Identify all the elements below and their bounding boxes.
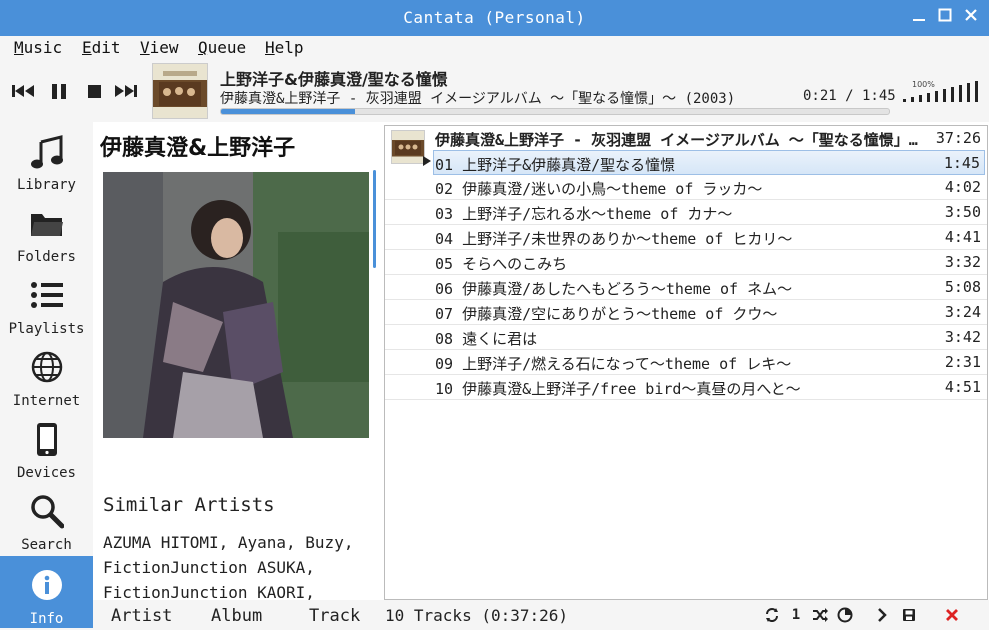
- queue-row-selected[interactable]: 01 上野洋子&伊藤真澄/聖なる憧憬 1:45: [433, 150, 985, 175]
- queue-row[interactable]: 04 上野洋子/未世界のありか〜theme of ヒカリ〜 4:41: [385, 225, 987, 250]
- sidebar-item-label: Search: [21, 537, 72, 553]
- sidebar-item-label: Devices: [16, 465, 76, 481]
- info-scrollbar[interactable]: [373, 170, 376, 268]
- save-icon[interactable]: [901, 607, 917, 623]
- similar-artists-heading: Similar Artists: [103, 494, 275, 516]
- next-track-icon[interactable]: [112, 80, 140, 102]
- queue-row[interactable]: 09 上野洋子/燃える石になって〜theme of レキ〜 2:31: [385, 350, 987, 375]
- previous-track-icon[interactable]: [10, 80, 38, 102]
- maximize-icon[interactable]: [936, 8, 954, 26]
- tab-track[interactable]: Track: [309, 606, 360, 626]
- phone-icon: [37, 423, 57, 456]
- sidebar-item-label: Info: [29, 611, 64, 627]
- sidebar-item-search[interactable]: Search: [0, 482, 93, 554]
- minimize-icon[interactable]: [910, 8, 928, 26]
- menu-edit[interactable]: Edit: [82, 38, 121, 57]
- sidebar-item-folders[interactable]: Folders: [0, 194, 93, 266]
- queue-row[interactable]: 08 遠くに君は 3:42: [385, 325, 987, 350]
- menu-bar: Music Edit View Queue Help: [0, 36, 989, 60]
- artist-info-pane: 伊藤真澄&上野洋子 Similar Artists AZUMA HITOMI, …: [93, 122, 380, 600]
- album-cover-image: [391, 130, 425, 164]
- track-title: 09 上野洋子/燃える石になって〜theme of レキ〜: [435, 355, 792, 373]
- sidebar-item-label: Internet: [12, 393, 81, 409]
- close-icon[interactable]: [962, 8, 980, 26]
- player-toolbar: 上野洋子&伊藤真澄/聖なる憧憬 伊藤真澄&上野洋子 - 灰羽連盟 イメージアルバ…: [0, 60, 989, 122]
- track-duration: 3:24: [944, 303, 981, 321]
- queue-row[interactable]: 10 伊藤真澄&上野洋子/free bird〜真昼の月へと〜 4:51: [385, 375, 987, 400]
- album-header-duration: 37:26: [935, 129, 981, 147]
- sidebar-item-info[interactable]: Info: [0, 556, 93, 628]
- queue-row[interactable]: 03 上野洋子/忘れる水〜theme of カナ〜 3:50: [385, 200, 987, 225]
- now-playing-subtitle: 伊藤真澄&上野洋子 - 灰羽連盟 イメージアルバム 〜「聖なる憧憬」〜 (200…: [220, 91, 736, 107]
- track-title: 01 上野洋子&伊藤真澄/聖なる憧憬: [435, 156, 676, 174]
- sidebar-item-playlists[interactable]: Playlists: [0, 266, 93, 338]
- track-duration: 4:51: [944, 378, 981, 396]
- track-duration: 3:50: [944, 203, 981, 221]
- album-header-text: 伊藤真澄&上野洋子 - 灰羽連盟 イメージアルバム 〜「聖なる憧憬」〜 (200…: [435, 131, 920, 149]
- search-icon: [31, 495, 64, 529]
- info-icon: [32, 570, 62, 600]
- chevron-right-icon[interactable]: [874, 607, 890, 623]
- track-title: 06 伊藤真澄/あしたへもどろう〜theme of ネム〜: [435, 280, 793, 298]
- title-bar: Cantata (Personal): [0, 0, 989, 36]
- queue-row[interactable]: 07 伊藤真澄/空にありがとう〜theme of クウ〜 3:24: [385, 300, 987, 325]
- sidebar-item-label: Folders: [16, 249, 76, 265]
- queue-row[interactable]: 05 そらへのこみち 3:32: [385, 250, 987, 275]
- sidebar-item-devices[interactable]: Devices: [0, 410, 93, 482]
- globe-icon: [31, 351, 63, 383]
- pause-icon[interactable]: [46, 80, 74, 102]
- menu-music[interactable]: Music: [14, 38, 62, 57]
- track-duration: 3:32: [944, 253, 981, 271]
- track-title: 08 遠くに君は: [435, 330, 538, 348]
- track-duration: 4:02: [944, 178, 981, 196]
- repeat-icon[interactable]: [764, 607, 780, 623]
- folder-icon: [31, 214, 63, 236]
- music-note-icon: [31, 135, 63, 169]
- track-duration: 3:42: [944, 328, 981, 346]
- queue-row[interactable]: 02 伊藤真澄/迷いの小鳥〜theme of ラッカ〜 4:02: [385, 175, 987, 200]
- seek-slider-fill: [221, 109, 355, 114]
- track-title: 10 伊藤真澄&上野洋子/free bird〜真昼の月へと〜: [435, 380, 801, 398]
- track-duration: 5:08: [944, 278, 981, 296]
- stop-icon[interactable]: [82, 80, 110, 102]
- track-title: 03 上野洋子/忘れる水〜theme of カナ〜: [435, 205, 733, 223]
- similar-artists-text: AZUMA HITOMI, Ayana, Buzy, FictionJuncti…: [103, 533, 354, 600]
- now-playing-title: 上野洋子&伊藤真澄/聖なる憧憬: [220, 70, 448, 89]
- sidebar-item-library[interactable]: Library: [0, 122, 93, 194]
- clear-queue-icon[interactable]: [944, 607, 960, 623]
- playing-indicator-icon: [423, 156, 431, 166]
- menu-queue[interactable]: Queue: [198, 38, 246, 57]
- seek-slider[interactable]: [220, 108, 890, 115]
- track-title: 07 伊藤真澄/空にありがとう〜theme of クウ〜: [435, 305, 778, 323]
- sidebar-item-internet[interactable]: Internet: [0, 338, 93, 410]
- tab-artist[interactable]: Artist: [111, 606, 172, 626]
- track-duration: 4:41: [944, 228, 981, 246]
- track-duration: 2:31: [944, 353, 981, 371]
- sidebar: Library Folders Playlists Internet Devic…: [0, 122, 93, 630]
- track-title: 02 伊藤真澄/迷いの小鳥〜theme of ラッカ〜: [435, 180, 763, 198]
- window-title: Cantata (Personal): [403, 8, 586, 27]
- status-bar: Artist Album Track 10 Tracks (0:37:26) 1: [93, 600, 989, 630]
- sidebar-item-label: Library: [16, 177, 76, 193]
- queue-count-status: 10 Tracks (0:37:26): [385, 606, 569, 625]
- queue-row[interactable]: 06 伊藤真澄/あしたへもどろう〜theme of ネム〜 5:08: [385, 275, 987, 300]
- play-queue: 伊藤真澄&上野洋子 - 灰羽連盟 イメージアルバム 〜「聖なる憧憬」〜 (200…: [384, 125, 988, 600]
- shuffle-icon[interactable]: [812, 607, 828, 623]
- album-header-row[interactable]: 伊藤真澄&上野洋子 - 灰羽連盟 イメージアルバム 〜「聖なる憧憬」〜 (200…: [385, 126, 987, 164]
- menu-view[interactable]: View: [140, 38, 179, 57]
- track-title: 04 上野洋子/未世界のありか〜theme of ヒカリ〜: [435, 230, 793, 248]
- volume-slider[interactable]: [903, 80, 983, 102]
- artist-photo-image: [103, 172, 369, 438]
- now-playing-time: 0:21 / 1:45: [803, 88, 896, 104]
- sidebar-item-label: Playlists: [8, 321, 85, 337]
- menu-help[interactable]: Help: [265, 38, 304, 57]
- track-title: 05 そらへのこみち: [435, 255, 568, 273]
- tab-album[interactable]: Album: [211, 606, 262, 626]
- consume-icon[interactable]: [837, 607, 853, 623]
- artist-name-heading: 伊藤真澄&上野洋子: [100, 136, 296, 161]
- track-duration: 1:45: [943, 154, 980, 172]
- now-playing-cover-image[interactable]: [152, 63, 208, 119]
- single-mode-button[interactable]: 1: [788, 607, 804, 623]
- list-icon: [31, 282, 63, 308]
